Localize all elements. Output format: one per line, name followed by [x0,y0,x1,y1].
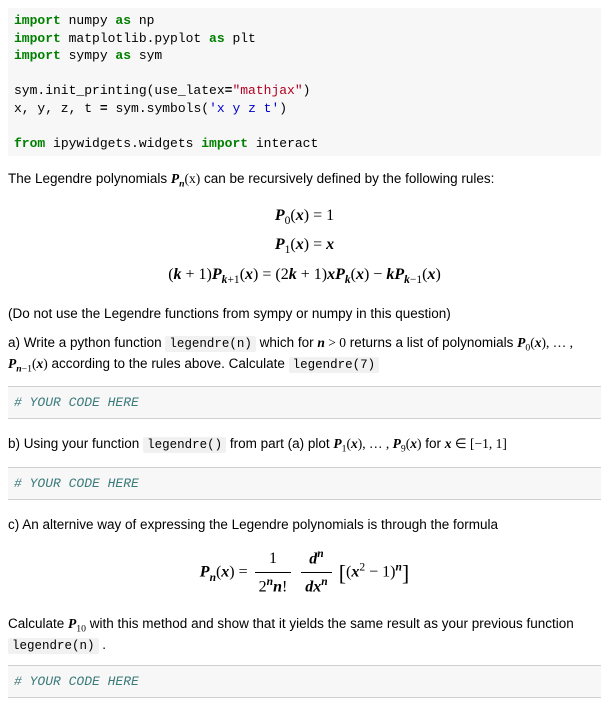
intro-text: The Legendre polynomials Pn(x) can be re… [8,170,601,191]
code-cell-placeholder-c[interactable]: # YOUR CODE HERE [8,665,601,698]
string-literal: "mathjax" [232,83,302,98]
part-c-formula: Pn(x) = 12nn! dndxn [(x2 − 1)n] [8,545,601,601]
inline-code: legendre(n) [165,336,256,352]
inline-code: legendre(7) [289,357,380,373]
part-c-after: Calculate P10 with this method and show … [8,615,601,656]
keyword-from: from [14,136,45,151]
part-c-text: c) An alternive way of expressing the Le… [8,516,601,535]
note-text: (Do not use the Legendre functions from … [8,305,601,324]
code-cell-placeholder-a[interactable]: # YOUR CODE HERE [8,386,601,419]
code-cell-imports: import numpy as np import matplotlib.pyp… [8,8,601,156]
keyword-import: import [14,13,61,28]
eq-recursion: (k + 1)Pk+1(x) = (2k + 1)xPk(x) − kPk−1(… [8,261,601,291]
code-cell-placeholder-b[interactable]: # YOUR CODE HERE [8,467,601,500]
string-literal: 'x y z t' [209,101,279,116]
eq-p0: P0(x) = 1 [8,202,601,232]
eq-p1: P1(x) = x [8,231,601,261]
recursion-equations: P0(x) = 1 P1(x) = x (k + 1)Pk+1(x) = (2k… [8,202,601,291]
inline-code: legendre(n) [8,638,99,654]
inline-code: legendre() [143,437,226,453]
part-b-text: b) Using your function legendre() from p… [8,435,601,456]
part-a-text: a) Write a python function legendre(n) w… [8,334,601,377]
keyword-as: as [115,13,131,28]
